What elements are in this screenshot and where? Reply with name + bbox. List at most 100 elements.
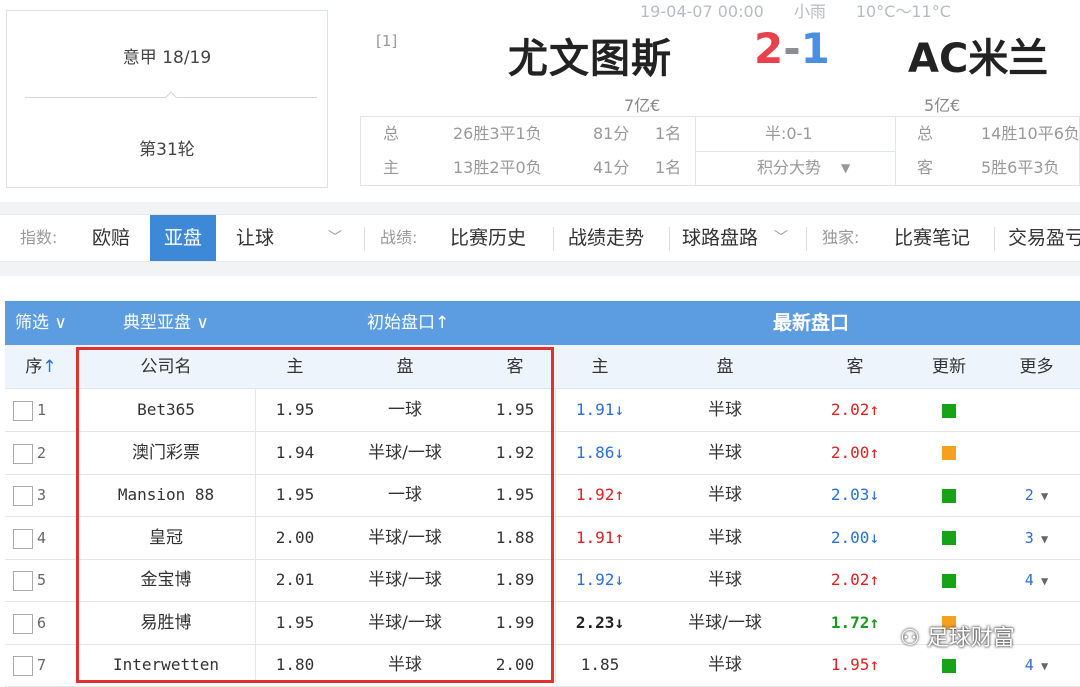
odds-new-away: 2.00↑	[830, 442, 880, 462]
row-checkbox[interactable]	[13, 656, 33, 676]
home-team-name[interactable]: 尤文图斯	[508, 26, 672, 84]
trend-label: 积分大势	[757, 158, 822, 177]
chevron-down-icon[interactable]: ﹀	[774, 215, 788, 261]
stat-label: 客	[917, 158, 934, 177]
tab-match-history[interactable]: 比赛历史	[450, 215, 526, 261]
initial-odds-sort[interactable]: 初始盘口↑	[367, 301, 449, 345]
stat-record: 14胜10平6负	[981, 124, 1080, 143]
away-team-name[interactable]: AC米兰	[908, 26, 1048, 84]
team-stats-panel: 总 26胜3平1负 81分 1名 主 13胜2平0负 41分 1名 半:0-1 …	[360, 116, 1080, 186]
score: 2-1	[754, 24, 830, 73]
arrow-down-icon: ↓	[869, 485, 880, 504]
row-checkbox[interactable]	[13, 571, 33, 591]
tab-record-trend[interactable]: 战绩走势	[568, 215, 644, 261]
col-seq[interactable]: 序↑	[5, 345, 77, 389]
row-checkbox[interactable]	[13, 443, 33, 464]
tab-handicap[interactable]: 让球	[236, 215, 274, 261]
status-square-icon	[942, 531, 956, 545]
row-seq: 1	[37, 401, 47, 419]
row-seq: 7	[37, 656, 47, 674]
away-market-value: 5亿€	[924, 96, 961, 115]
odds-new-away: 2.00↓	[830, 527, 880, 547]
status-square-icon	[942, 488, 956, 503]
row-checkbox[interactable]	[13, 528, 33, 549]
update-indicator	[905, 559, 993, 601]
col-more: 更多	[1019, 357, 1054, 377]
half-score: 半:0-1	[765, 124, 813, 143]
col-new-line: 盘	[716, 357, 734, 377]
stat-rank: 1名	[655, 158, 682, 177]
divider	[553, 227, 554, 251]
col-new-home: 主	[591, 357, 609, 377]
divider	[806, 227, 807, 251]
more-dropdown[interactable]: 3 ▼	[993, 517, 1080, 559]
table-header-groups: 筛选 ∨ 典型亚盘 ∨ 初始盘口↑ 最新盘口	[5, 301, 1080, 345]
more-dropdown[interactable]: 2 ▼	[993, 474, 1080, 516]
status-square-icon	[942, 658, 956, 673]
row-seq: 6	[37, 613, 47, 632]
row-seq: 5	[37, 571, 47, 589]
row-seq: 2	[37, 443, 47, 462]
home-stats-total: 总 26胜3平1负 81分 1名	[361, 117, 695, 151]
odds-new-line: 半球	[708, 442, 742, 463]
divider	[669, 227, 670, 251]
home-market-value: 7亿€	[624, 96, 661, 115]
odds-new-away: 2.02↑	[830, 570, 880, 589]
stat-points: 41分	[593, 158, 630, 177]
odds-new-away: 1.95↑	[830, 655, 880, 674]
stat-label: 总	[917, 124, 934, 143]
caret-down-icon: ▼	[841, 161, 851, 175]
arrow-up-icon: ↑	[869, 400, 880, 419]
arrow-up-icon: ↑	[869, 570, 880, 589]
stat-record: 26胜3平1负	[453, 124, 542, 143]
wechat-icon: ⚇	[900, 626, 927, 651]
arrow-down-icon: ↓	[869, 527, 880, 547]
arrow-up-icon: ↑	[614, 527, 625, 547]
odds-new-home: 2.23↓	[575, 612, 625, 632]
tab-match-notes[interactable]: 比赛笔记	[894, 215, 970, 261]
nav-bar: 指数: 欧赔 亚盘 让球 ﹀ 战绩: 比赛历史 战绩走势 球路盘路 ﹀ 独家: …	[0, 214, 1080, 262]
update-indicator	[905, 474, 993, 516]
round-label[interactable]: 第31轮	[7, 135, 327, 160]
divider	[364, 227, 365, 251]
league-name[interactable]: 意甲 18/19	[7, 43, 327, 68]
caret-down-icon: ▼	[1033, 489, 1049, 503]
watermark: ⚇ 足球财富	[900, 626, 1015, 651]
match-datetime: 19-04-07 00:00	[640, 2, 764, 21]
more-dropdown[interactable]: 4 ▼	[993, 559, 1080, 601]
trend-dropdown[interactable]: 积分大势 ▼	[695, 151, 895, 185]
row-seq: 3	[37, 486, 47, 504]
chevron-down-icon[interactable]: ﹀	[328, 215, 342, 261]
arrow-down-icon: ↓	[614, 400, 625, 419]
highlight-box	[76, 347, 554, 683]
odds-new-line: 半球	[708, 570, 742, 590]
divider	[994, 227, 995, 251]
row-checkbox[interactable]	[13, 486, 33, 506]
odds-new-away: 1.72↑	[830, 612, 880, 632]
col-update: 更新	[932, 357, 966, 377]
tab-europe-odds[interactable]: 欧赔	[92, 215, 130, 261]
caret-down-icon: ▼	[1033, 659, 1049, 673]
away-stats-away: 客 5胜6平3负	[895, 151, 1080, 185]
typical-handicap-dropdown[interactable]: 典型亚盘 ∨	[123, 301, 209, 345]
caret-down-icon: ▼	[1033, 531, 1049, 546]
row-checkbox[interactable]	[13, 613, 33, 634]
status-square-icon	[942, 573, 956, 588]
caret-down-icon: ▼	[1033, 574, 1049, 588]
odds-new-away: 2.02↑	[830, 400, 880, 419]
tab-asian-handicap[interactable]: 亚盘	[150, 215, 217, 261]
odds-new-line: 半球	[708, 527, 742, 548]
latest-odds-header: 最新盘口	[773, 312, 850, 334]
arrow-up-icon: ↑	[42, 357, 57, 377]
arrow-down-icon: ↓	[614, 570, 625, 589]
tab-trade-profit[interactable]: 交易盈亏	[1008, 215, 1080, 261]
filter-dropdown[interactable]: 筛选 ∨	[15, 301, 67, 345]
tab-goal-trend[interactable]: 球路盘路	[682, 215, 758, 261]
arrow-up-icon: ↑	[869, 442, 880, 462]
exclusive-label: 独家:	[822, 228, 860, 247]
nav-area: 指数: 欧赔 亚盘 让球 ﹀ 战绩: 比赛历史 战绩走势 球路盘路 ﹀ 独家: …	[0, 202, 1080, 276]
status-square-icon	[942, 446, 956, 460]
row-checkbox[interactable]	[13, 401, 33, 421]
odds-new-away: 2.03↓	[830, 485, 880, 504]
update-indicator	[905, 432, 993, 474]
